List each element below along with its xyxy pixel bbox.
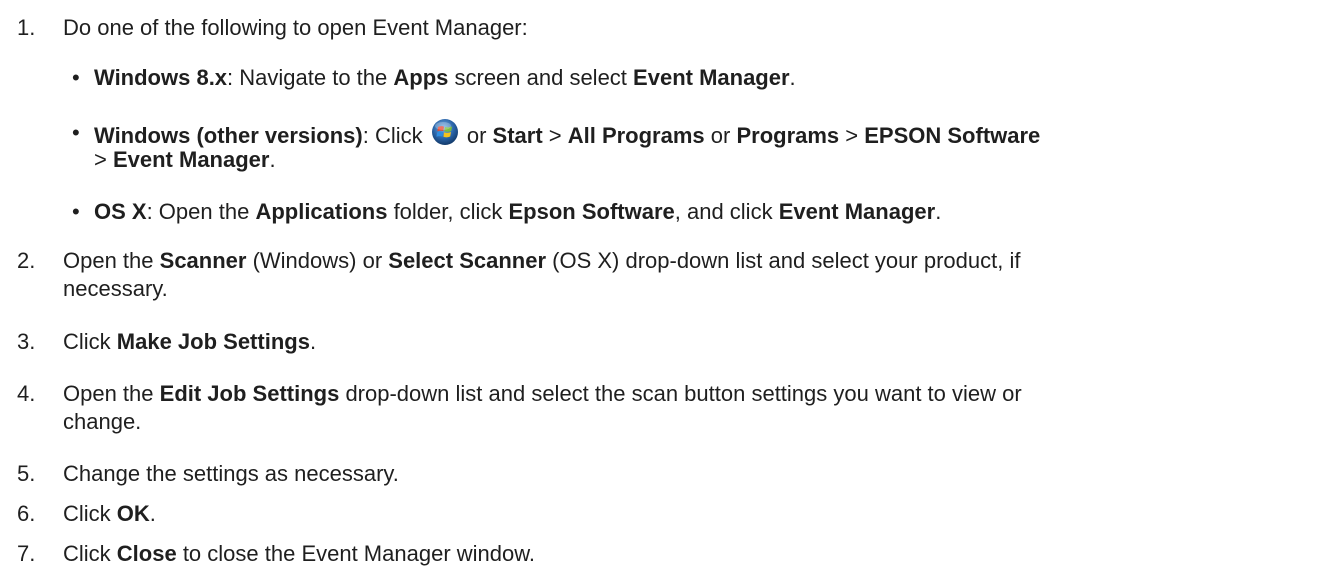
text: Click	[63, 541, 117, 566]
text: .	[935, 199, 942, 224]
bullet: •	[72, 120, 80, 145]
ui-term: Close	[116, 541, 177, 566]
instruction-document: 1. Do one of the following to open Event…	[0, 0, 1338, 573]
step-number: 3.	[17, 329, 36, 354]
text: .	[789, 65, 796, 90]
step-text: Click Make Job Settings.	[63, 327, 1328, 356]
text: Click	[63, 501, 117, 526]
step-text: change.	[63, 409, 142, 434]
ui-term: Applications	[255, 199, 388, 224]
ui-term: OK	[116, 501, 150, 526]
text: : Open the	[146, 199, 256, 224]
ui-term: Scanner	[159, 248, 247, 273]
step-text: necessary.	[63, 276, 168, 301]
step-number: 5.	[17, 461, 36, 486]
step-number: 6.	[17, 501, 36, 526]
windows-start-orb-icon	[431, 119, 458, 145]
text: : Navigate to the	[227, 65, 394, 90]
text: .	[269, 147, 276, 172]
ui-term: Select Scanner	[388, 248, 547, 273]
step-text: Open the Scanner (Windows) or Select Sca…	[63, 246, 1328, 275]
step-text: Click OK.	[63, 499, 1328, 528]
text: (Windows) or	[246, 248, 389, 273]
ui-term: Edit Job Settings	[159, 381, 340, 406]
step-number: 7.	[17, 541, 36, 566]
step-text: Do one of the following to open Event Ma…	[63, 15, 528, 40]
ui-term: Apps	[393, 65, 449, 90]
text: screen and select	[448, 65, 634, 90]
step-number: 4.	[17, 381, 36, 406]
option-text: > Event Manager.	[94, 145, 1334, 174]
text: (OS X) drop-down list and select your pr…	[546, 248, 1021, 273]
text: Click	[63, 329, 117, 354]
step-number: 2.	[17, 248, 36, 273]
text: to close the Event Manager window.	[176, 541, 536, 566]
text: folder, click	[387, 199, 509, 224]
step-number: 1.	[17, 15, 36, 40]
bullet: •	[72, 199, 80, 224]
text: , and click	[674, 199, 779, 224]
text: .	[149, 501, 156, 526]
text: Open the	[63, 248, 160, 273]
text: >	[94, 147, 113, 172]
ui-term: Event Manager	[112, 147, 270, 172]
ui-term: Make Job Settings	[116, 329, 310, 354]
step-text: Open the Edit Job Settings drop-down lis…	[63, 379, 1328, 408]
step-text: Change the settings as necessary.	[63, 461, 399, 486]
ui-term: Event Manager	[633, 65, 790, 90]
step-text: Click Close to close the Event Manager w…	[63, 539, 1328, 568]
text: Open the	[63, 381, 160, 406]
option-text: OS X: Open the Applications folder, clic…	[94, 197, 1334, 226]
text: drop-down list and select the scan butto…	[339, 381, 1022, 406]
os-label: Windows 8.x	[94, 65, 228, 90]
os-label: OS X	[94, 199, 147, 224]
ui-term: Epson Software	[508, 199, 675, 224]
text: .	[309, 329, 317, 354]
bullet: •	[72, 65, 80, 90]
option-text: Windows 8.x: Navigate to the Apps screen…	[94, 63, 1334, 92]
ui-term: Event Manager	[778, 199, 936, 224]
